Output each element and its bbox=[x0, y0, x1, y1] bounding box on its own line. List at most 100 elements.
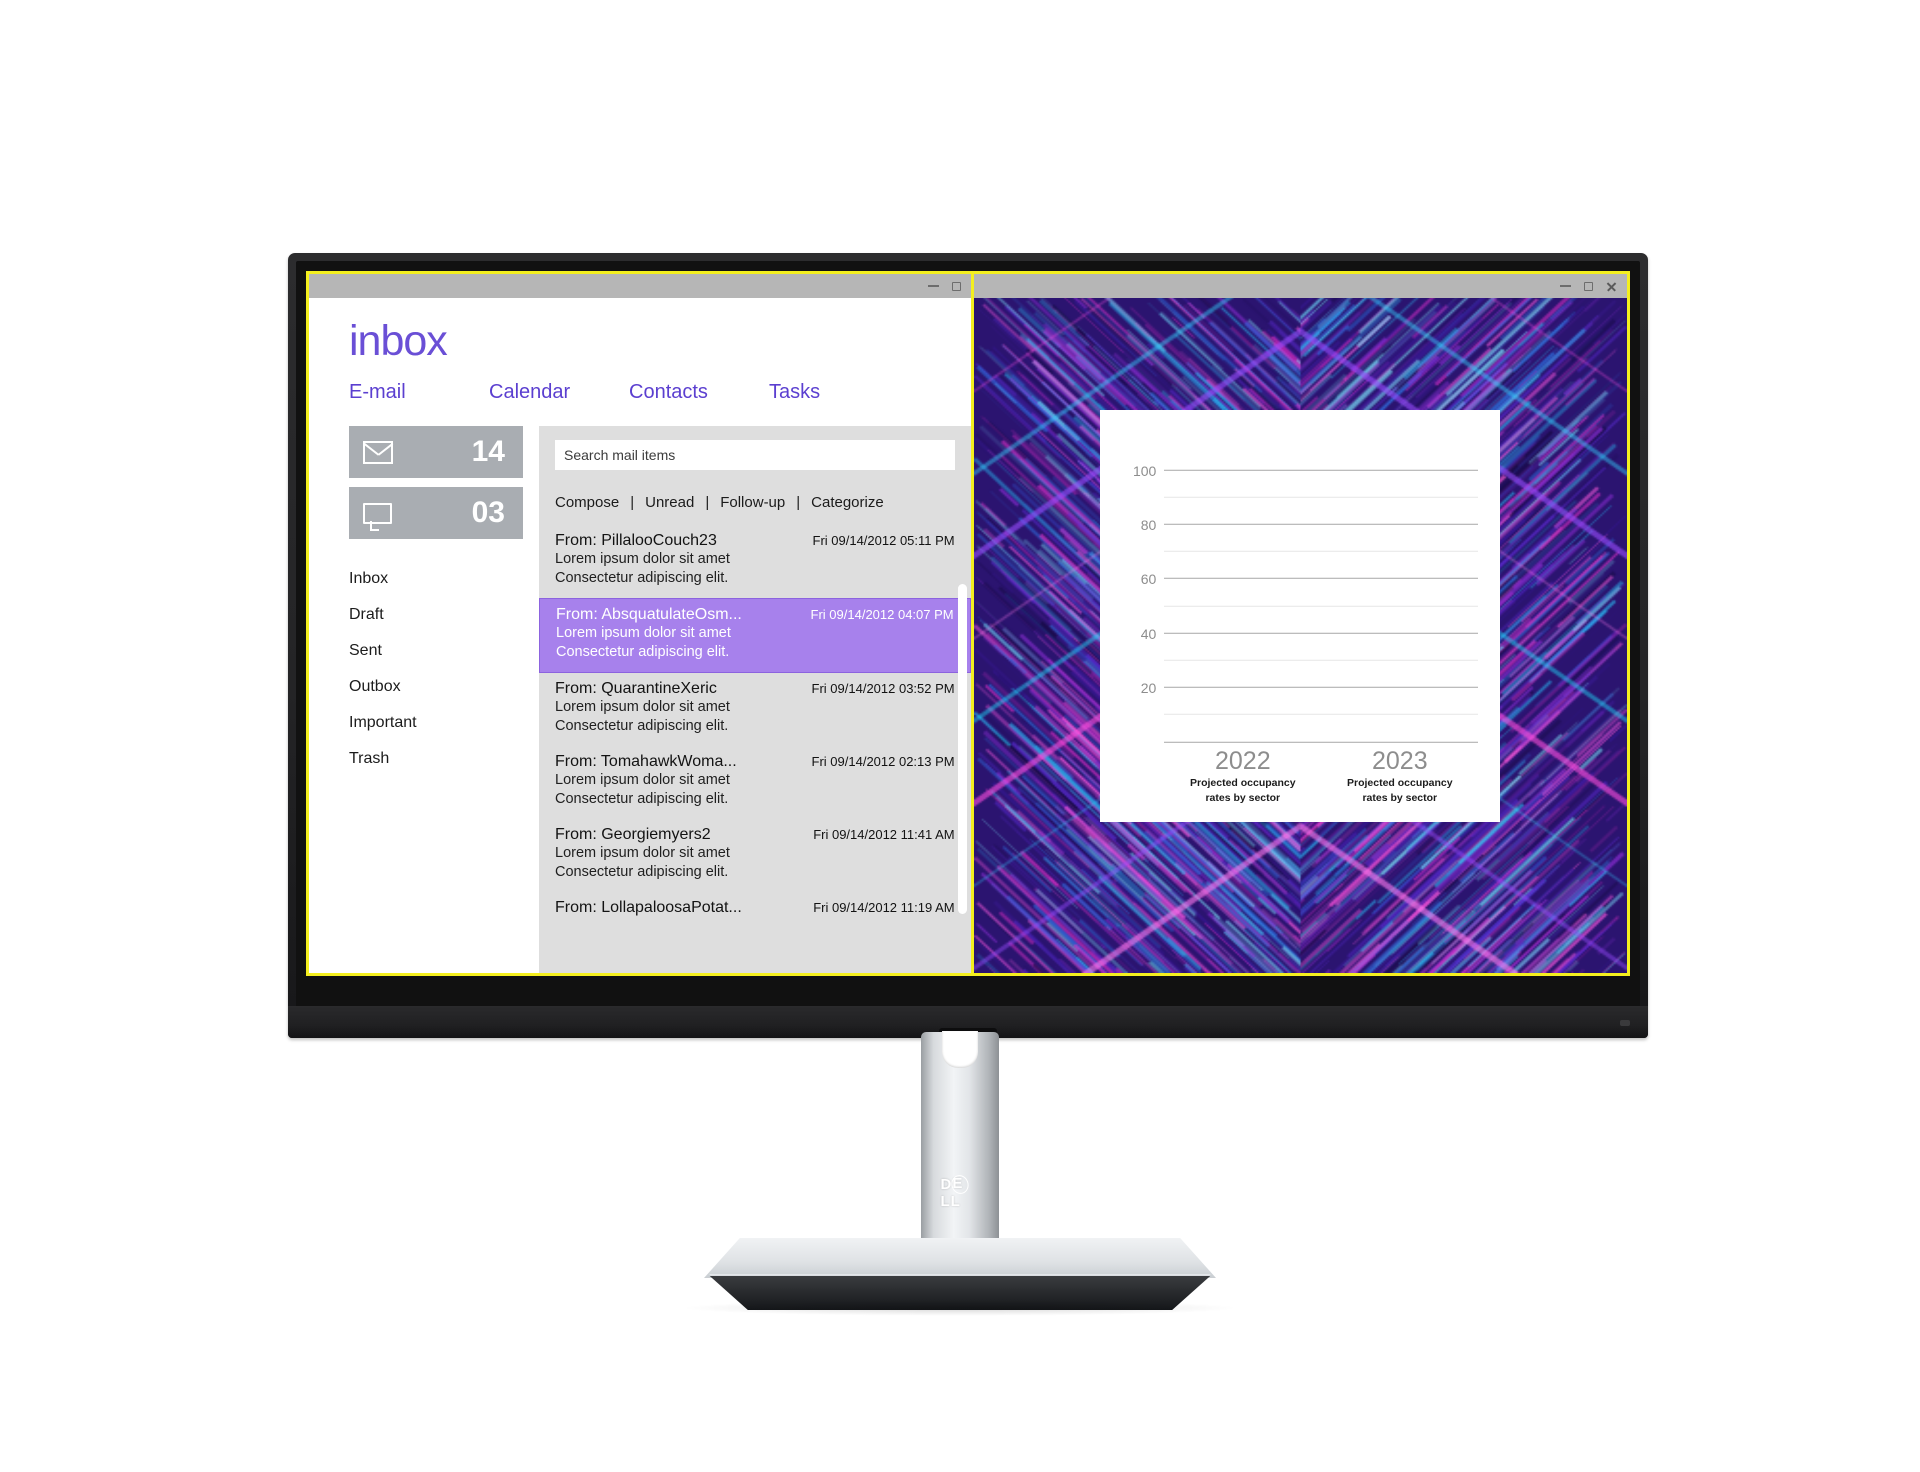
message-list-scrollbar[interactable] bbox=[958, 584, 967, 914]
message-preview-line2: Consectetur adipiscing elit. bbox=[555, 717, 955, 736]
message-list-pane: Search mail items Compose | Unread | Fol… bbox=[539, 426, 971, 973]
close-icon[interactable] bbox=[1606, 281, 1617, 292]
message-date: Fri 09/14/2012 02:13 PM bbox=[804, 754, 955, 769]
folder-list: Inbox Draft Sent Outbox Important Trash bbox=[349, 561, 523, 777]
message-date: Fri 09/14/2012 03:52 PM bbox=[804, 681, 955, 696]
chart-gridline-minor bbox=[1164, 605, 1478, 606]
dell-logo-ll: LL bbox=[941, 1193, 961, 1210]
message-date: Fri 09/14/2012 05:11 PM bbox=[805, 533, 955, 548]
sidebar-item-draft[interactable]: Draft bbox=[349, 597, 523, 633]
message-sender: From: AbsquatulateOsm... bbox=[556, 606, 742, 624]
mail-application: inbox E-mail Calendar Contacts Tasks 14 … bbox=[309, 298, 971, 973]
dell-monitor: inbox E-mail Calendar Contacts Tasks 14 … bbox=[288, 253, 1648, 1038]
wallpaper-titlebar bbox=[974, 274, 1627, 298]
list-item[interactable]: From: QuarantineXeric Fri 09/14/2012 03:… bbox=[539, 673, 971, 746]
window-wallpaper[interactable]: 20 40 60 80 100 2022 Projected occupancy… bbox=[971, 274, 1627, 973]
command-separator-2: | bbox=[705, 494, 709, 511]
message-preview-line2: Consectetur adipiscing elit. bbox=[555, 569, 955, 588]
restore-icon[interactable] bbox=[1584, 282, 1593, 291]
chart-gridline-minor bbox=[1164, 660, 1478, 661]
minimize-icon[interactable] bbox=[1560, 285, 1571, 287]
list-item[interactable]: From: Georgiemyers2 Fri 09/14/2012 11:41… bbox=[539, 819, 971, 892]
sidebar-item-outbox[interactable]: Outbox bbox=[349, 669, 523, 705]
sidebar-item-sent[interactable]: Sent bbox=[349, 633, 523, 669]
message-preview-line1: Lorem ipsum dolor sit amet bbox=[555, 698, 955, 717]
x-caption-line2: rates by sector bbox=[1164, 792, 1321, 805]
chart-y-axis: 20 40 60 80 100 bbox=[1122, 443, 1164, 742]
unread-chat-count: 03 bbox=[472, 496, 505, 530]
tab-contacts[interactable]: Contacts bbox=[629, 381, 769, 404]
command-separator-1: | bbox=[630, 494, 634, 511]
tab-calendar[interactable]: Calendar bbox=[489, 381, 629, 404]
chart-y-tick-label: 40 bbox=[1141, 626, 1157, 642]
restore-icon[interactable] bbox=[952, 282, 961, 291]
mail-titlebar bbox=[309, 274, 971, 298]
followup-button[interactable]: Follow-up bbox=[720, 494, 785, 511]
x-year-label: 2022 bbox=[1164, 746, 1321, 775]
message-sender: From: QuarantineXeric bbox=[555, 680, 717, 698]
chart-gridline-minor bbox=[1164, 551, 1478, 552]
x-caption-line1: Projected occupancy bbox=[1164, 777, 1321, 790]
compose-button[interactable]: Compose bbox=[555, 494, 619, 511]
mail-body: 14 03 Inbox Draft Sent Outbox Important … bbox=[349, 426, 971, 973]
chart-gridline bbox=[1164, 687, 1478, 688]
message-sender: From: PillalooCouch23 bbox=[555, 532, 717, 550]
dell-logo-e bbox=[952, 1176, 965, 1191]
message-preview-line2: Consectetur adipiscing elit. bbox=[556, 643, 954, 662]
minimize-icon[interactable] bbox=[928, 285, 939, 287]
unread-chat-counter[interactable]: 03 bbox=[349, 487, 523, 539]
message-preview-line1: Lorem ipsum dolor sit amet bbox=[556, 624, 954, 643]
chart-card: 20 40 60 80 100 2022 Projected occupancy… bbox=[1100, 409, 1500, 821]
envelope-icon bbox=[363, 441, 393, 464]
message-date: Fri 09/14/2012 04:07 PM bbox=[803, 607, 954, 622]
sidebar-item-trash[interactable]: Trash bbox=[349, 741, 523, 777]
message-date: Fri 09/14/2012 11:19 AM bbox=[805, 900, 954, 915]
message-list: From: PillalooCouch23 Fri 09/14/2012 05:… bbox=[539, 525, 971, 973]
tab-tasks[interactable]: Tasks bbox=[769, 381, 909, 404]
sidebar-item-inbox[interactable]: Inbox bbox=[349, 561, 523, 597]
categorize-button[interactable]: Categorize bbox=[811, 494, 884, 511]
base-top-surface bbox=[704, 1238, 1216, 1278]
cable-pass-through bbox=[942, 1031, 978, 1068]
chart-plot-area: 20 40 60 80 100 bbox=[1122, 443, 1478, 742]
monitor-bezel: inbox E-mail Calendar Contacts Tasks 14 … bbox=[296, 261, 1640, 1008]
unread-mail-counter[interactable]: 14 bbox=[349, 426, 523, 478]
monitor-screen: inbox E-mail Calendar Contacts Tasks 14 … bbox=[306, 271, 1630, 976]
chart-y-tick-label: 100 bbox=[1133, 462, 1156, 478]
chart-gridline bbox=[1164, 633, 1478, 634]
power-led bbox=[1620, 1020, 1630, 1026]
list-item[interactable]: From: PillalooCouch23 Fri 09/14/2012 05:… bbox=[539, 525, 971, 598]
chart-gridline bbox=[1164, 578, 1478, 579]
sidebar-item-important[interactable]: Important bbox=[349, 705, 523, 741]
nav-tabs: E-mail Calendar Contacts Tasks bbox=[349, 381, 971, 404]
x-caption-line2: rates by sector bbox=[1321, 792, 1478, 805]
chart-y-tick-label: 20 bbox=[1141, 680, 1157, 696]
chart-y-tick-label: 80 bbox=[1141, 517, 1157, 533]
list-item[interactable]: From: LollapaloosaPotat... Fri 09/14/201… bbox=[539, 892, 971, 928]
chart-gridline-minor bbox=[1164, 497, 1478, 498]
chart-gridline-minor bbox=[1164, 714, 1478, 715]
dell-logo: DLL bbox=[941, 1176, 980, 1210]
x-year-label: 2023 bbox=[1321, 746, 1478, 775]
chart-grid bbox=[1164, 443, 1478, 742]
unread-mail-count: 14 bbox=[472, 435, 505, 469]
monitor-stand-neck: DLL bbox=[921, 1032, 999, 1254]
app-brand-title: inbox bbox=[349, 320, 971, 363]
mail-sidebar: 14 03 Inbox Draft Sent Outbox Important … bbox=[349, 426, 539, 973]
list-item-selected[interactable]: From: AbsquatulateOsm... Fri 09/14/2012 … bbox=[539, 598, 971, 673]
command-bar: Compose | Unread | Follow-up | Categoriz… bbox=[555, 494, 971, 511]
x-caption-line1: Projected occupancy bbox=[1321, 777, 1478, 790]
x-category-2023: 2023 Projected occupancy rates by sector bbox=[1321, 742, 1478, 805]
x-category-2022: 2022 Projected occupancy rates by sector bbox=[1164, 742, 1321, 805]
message-sender: From: LollapaloosaPotat... bbox=[555, 899, 742, 917]
search-input[interactable]: Search mail items bbox=[555, 440, 955, 470]
window-mail[interactable]: inbox E-mail Calendar Contacts Tasks 14 … bbox=[309, 274, 971, 973]
command-separator-3: | bbox=[796, 494, 800, 511]
unread-filter-button[interactable]: Unread bbox=[645, 494, 694, 511]
tab-email[interactable]: E-mail bbox=[349, 381, 489, 404]
message-preview-line2: Consectetur adipiscing elit. bbox=[555, 790, 955, 809]
base-shadow bbox=[680, 1300, 1240, 1316]
list-item[interactable]: From: TomahawkWoma... Fri 09/14/2012 02:… bbox=[539, 746, 971, 819]
chart-gridline bbox=[1164, 524, 1478, 525]
chart-gridline bbox=[1164, 469, 1478, 470]
